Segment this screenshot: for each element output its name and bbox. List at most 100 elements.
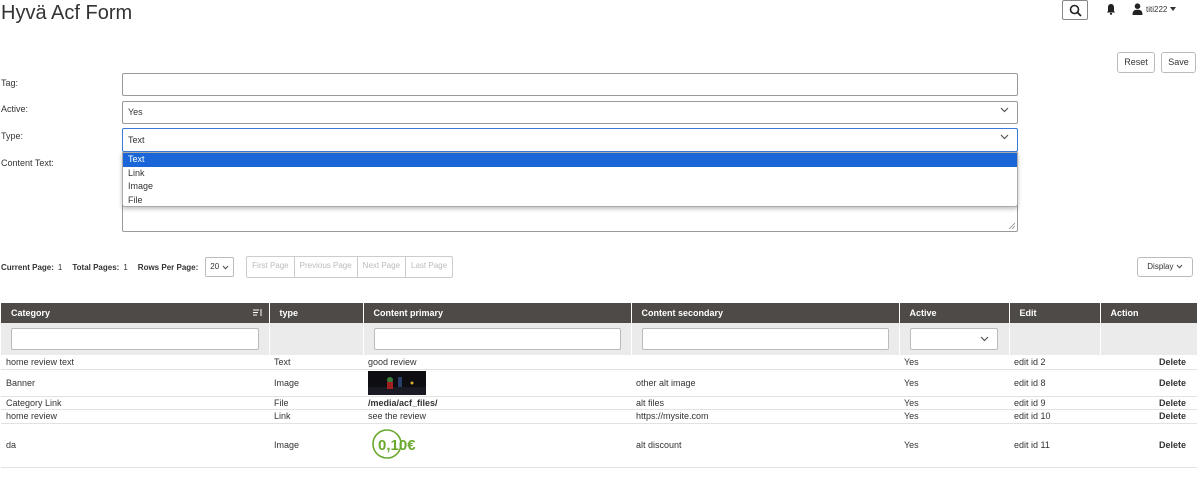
type-dropdown-list: Text Link Image File (122, 152, 1018, 207)
sort-icon[interactable] (252, 308, 263, 317)
content-primary-cell: good review (363, 355, 631, 370)
rows-per-page-value: 20 (210, 262, 220, 271)
type-option-image[interactable]: Image (123, 180, 1017, 194)
category-cell: home review (1, 409, 269, 424)
chevron-down-icon (222, 265, 229, 270)
search-button[interactable] (1062, 0, 1088, 20)
save-button[interactable]: Save (1161, 52, 1196, 73)
column-header-active[interactable]: Active (899, 303, 1010, 323)
display-button[interactable]: Display (1137, 257, 1193, 277)
active-cell: Yes (899, 355, 1009, 370)
edit-link[interactable]: edit id 2 (1009, 355, 1100, 370)
type-cell: Image (269, 423, 363, 468)
type-option-file[interactable]: File (123, 194, 1017, 208)
content-secondary-filter-input[interactable] (641, 328, 889, 350)
reset-button[interactable]: Reset (1117, 52, 1155, 73)
column-header-action[interactable]: Action (1100, 303, 1197, 323)
column-header-type[interactable]: type (269, 303, 364, 323)
previous-page-button[interactable]: Previous Page (295, 257, 358, 277)
column-header-category[interactable]: Category (1, 303, 270, 323)
content-primary-link[interactable]: /media/acf_files/ (363, 396, 631, 410)
content-secondary-cell: other alt image (631, 369, 899, 397)
delete-button[interactable]: Delete (1100, 369, 1197, 397)
tag-input[interactable] (122, 73, 1018, 96)
column-header-content-secondary[interactable]: Content secondary (631, 303, 900, 323)
next-page-button[interactable]: Next Page (358, 257, 407, 277)
discount-thumbnail-image: 0,10€ (372, 429, 416, 459)
type-cell: Image (269, 369, 363, 397)
content-primary-filter-input[interactable] (373, 328, 621, 350)
content-secondary-cell (631, 355, 899, 370)
category-cell: da (1, 423, 269, 468)
edit-link[interactable]: edit id 11 (1009, 423, 1100, 468)
total-pages-label: Total Pages: (72, 262, 120, 272)
last-page-button[interactable]: Last Page (406, 257, 452, 277)
chevron-down-icon (980, 336, 988, 342)
content-primary-link[interactable]: see the review (363, 409, 631, 424)
edit-link[interactable]: edit id 8 (1009, 369, 1100, 397)
type-cell: Link (269, 409, 363, 424)
data-table: Category type Content primary Content se… (1, 303, 1197, 468)
category-cell: Category Link (1, 396, 269, 410)
first-page-button[interactable]: First Page (247, 257, 295, 277)
active-select-value: Yes (128, 107, 143, 117)
chevron-down-icon (1000, 107, 1009, 113)
type-select[interactable]: Text (122, 128, 1018, 152)
type-cell: Text (269, 355, 363, 370)
delete-button[interactable]: Delete (1100, 355, 1197, 370)
category-filter-input[interactable] (11, 328, 259, 350)
table-row: home review Link see the review https://… (1, 409, 1197, 424)
caret-down-icon (1170, 7, 1177, 11)
content-secondary-cell: alt files (631, 396, 899, 410)
bell-icon[interactable] (1106, 3, 1116, 15)
tag-label: Tag: (1, 78, 19, 88)
active-filter-select[interactable] (909, 328, 998, 350)
table-row: Category Link File /media/acf_files/ alt… (1, 396, 1197, 410)
current-page-label: Current Page: (1, 262, 54, 272)
user-menu[interactable]: titi222 (1132, 3, 1177, 15)
type-select-value: Text (128, 135, 145, 145)
delete-button[interactable]: Delete (1100, 423, 1197, 468)
filter-row (1, 323, 1197, 355)
content-secondary-cell: alt discount (631, 423, 899, 468)
current-page-value: 1 (57, 262, 63, 272)
column-header-edit[interactable]: Edit (1009, 303, 1101, 323)
content-primary-cell: 0,10€ (363, 423, 631, 468)
active-cell: Yes (899, 423, 1009, 468)
display-button-label: Display (1147, 262, 1174, 271)
table-row: da Image 0,10€ alt discount Yes edit id … (1, 423, 1197, 468)
edit-link[interactable]: edit id 10 (1009, 409, 1100, 424)
type-option-text[interactable]: Text (123, 153, 1017, 167)
edit-link[interactable]: edit id 9 (1009, 396, 1100, 410)
page-title: Hyvä Acf Form (1, 2, 133, 24)
rows-per-page-label: Rows Per Page: (137, 262, 199, 272)
user-icon (1132, 3, 1143, 15)
discount-image-text: 0,10€ (378, 437, 416, 454)
category-cell: home review text (1, 355, 269, 370)
delete-button[interactable]: Delete (1100, 409, 1197, 424)
content-secondary-cell: https://mysite.com (631, 409, 899, 424)
content-primary-cell (363, 369, 631, 397)
chevron-down-icon (1176, 264, 1183, 269)
active-cell: Yes (899, 396, 1009, 410)
column-header-content-primary[interactable]: Content primary (363, 303, 632, 323)
banner-thumbnail-image (368, 370, 426, 395)
active-cell: Yes (899, 369, 1009, 397)
username: titi222 (1146, 4, 1168, 14)
total-pages-value: 1 (123, 262, 128, 272)
content-text-label: Content Text: (1, 158, 54, 168)
type-option-link[interactable]: Link (123, 167, 1017, 181)
rows-per-page-select[interactable]: 20 (205, 257, 235, 277)
active-cell: Yes (899, 409, 1009, 424)
type-cell: File (269, 396, 363, 410)
delete-button[interactable]: Delete (1100, 396, 1197, 410)
active-select[interactable]: Yes (122, 101, 1018, 124)
search-icon (1069, 4, 1082, 17)
pager: Current Page: 1 Total Pages: 1 Rows Per … (1, 256, 454, 278)
chevron-down-icon (1000, 134, 1009, 140)
resize-grip-icon[interactable] (1008, 222, 1015, 229)
category-cell: Banner (1, 369, 269, 397)
table-row: home review text Text good review Yes ed… (1, 355, 1197, 370)
table-header-row: Category type Content primary Content se… (1, 303, 1197, 323)
active-label: Active: (1, 104, 29, 114)
